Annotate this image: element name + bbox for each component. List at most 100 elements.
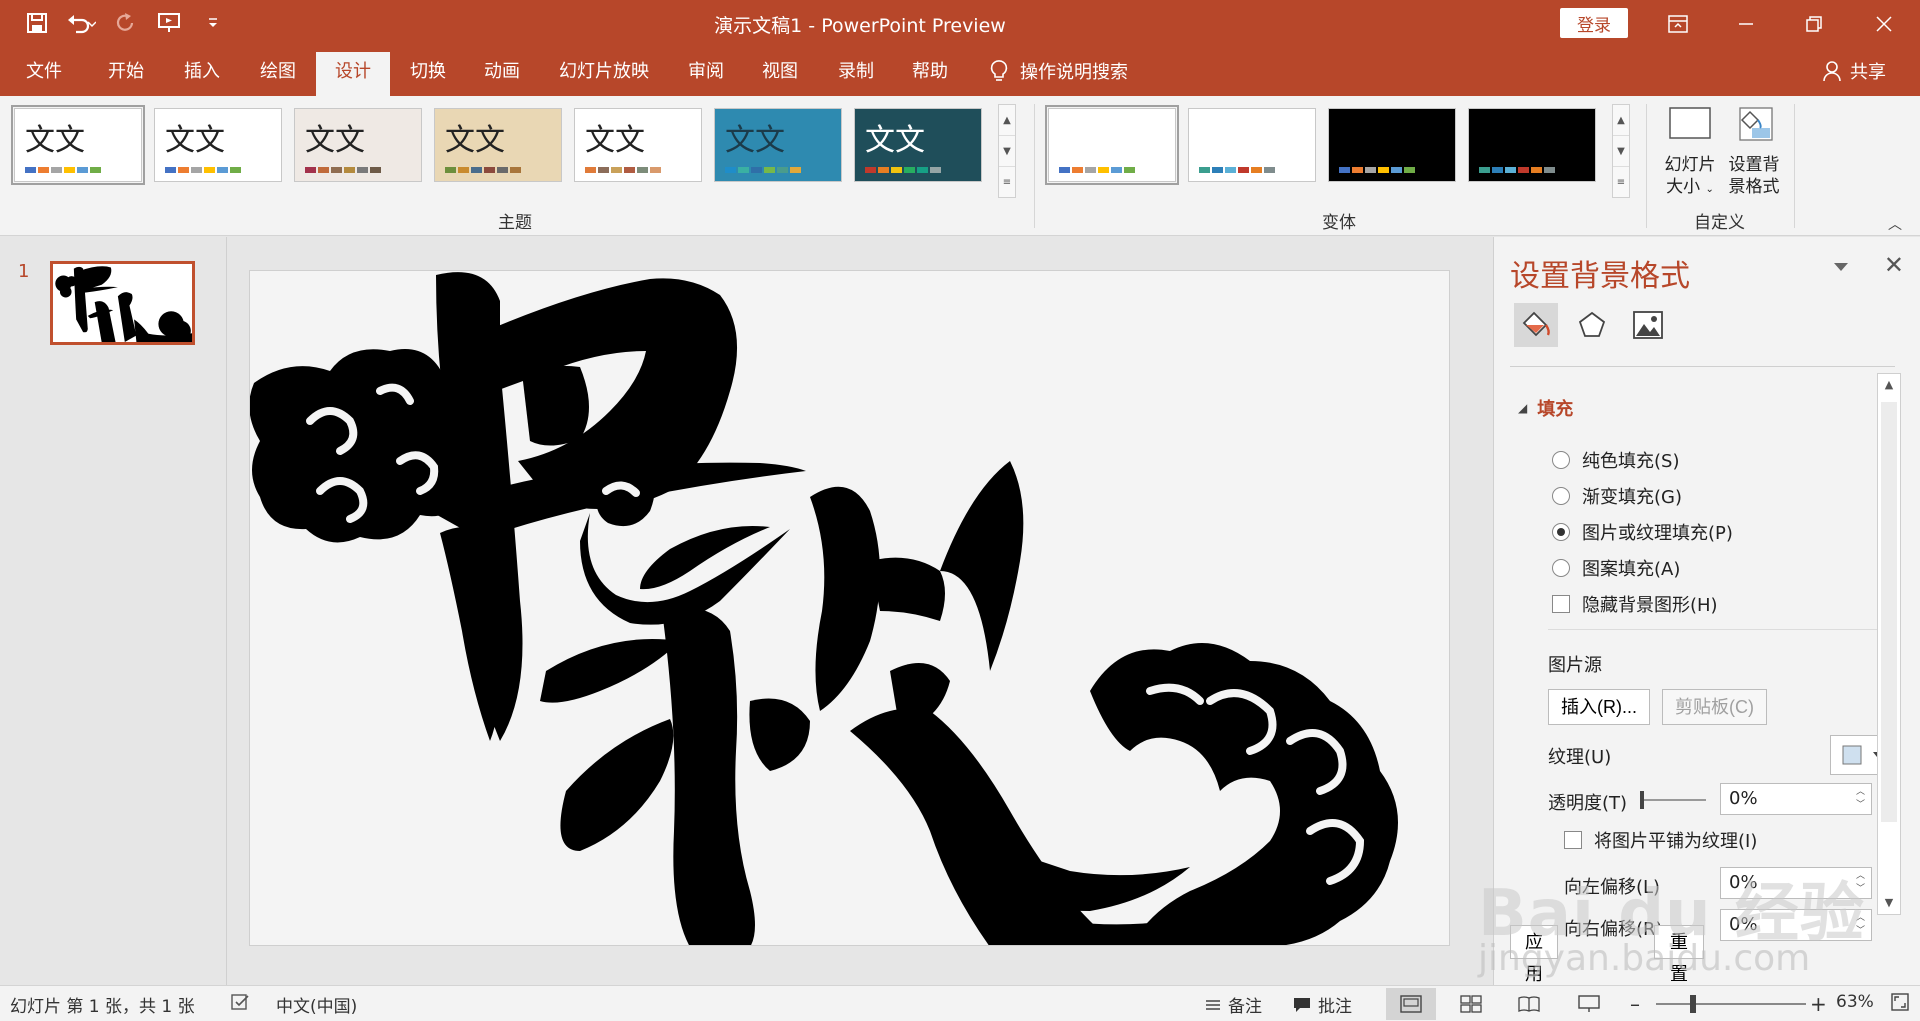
slide-thumbnails-pane: 1: [0, 237, 226, 985]
effects-tab[interactable]: [1570, 303, 1614, 347]
collapse-ribbon-icon[interactable]: ︿: [1888, 214, 1902, 234]
tab-home[interactable]: 开始: [92, 52, 160, 96]
tab-record[interactable]: 录制: [822, 52, 890, 96]
transparency-input[interactable]: 0% ︿ ﹀: [1720, 783, 1872, 815]
picture-tab[interactable]: [1626, 303, 1670, 347]
language-indicator[interactable]: 中文(中国): [276, 992, 357, 1017]
checkbox[interactable]: [1564, 831, 1582, 849]
radio-button-selected[interactable]: [1552, 523, 1570, 541]
fill-section-label: 填充: [1537, 399, 1574, 420]
customize-group-label: 自定义: [1694, 213, 1745, 233]
theme-sample-text: 文文: [725, 123, 785, 158]
radio-button[interactable]: [1552, 487, 1570, 505]
zoom-level[interactable]: 63%: [1836, 992, 1874, 1012]
fill-tab[interactable]: [1514, 303, 1558, 347]
fill-option-pattern[interactable]: 图案填充(A): [1552, 555, 1680, 581]
slide-sorter-view-button[interactable]: [1446, 988, 1496, 1020]
scroll-down-icon[interactable]: ▼: [1878, 892, 1900, 914]
color-swatch: [331, 167, 342, 173]
slideshow-view-button[interactable]: [1564, 988, 1614, 1020]
pane-scrollbar[interactable]: ▲ ▼: [1877, 373, 1901, 915]
tab-view[interactable]: 视图: [746, 52, 814, 96]
radio-button[interactable]: [1552, 559, 1570, 577]
zoom-out-icon[interactable]: –: [1630, 992, 1640, 1016]
fill-section-header[interactable]: ◢ 填充: [1518, 395, 1573, 421]
color-swatch: [611, 167, 622, 173]
zoom-slider-handle[interactable]: [1690, 995, 1696, 1013]
variant-thumbnail[interactable]: [1045, 105, 1179, 185]
pane-divider: [1510, 366, 1895, 367]
fill-option-label: 图片或纹理填充(P): [1582, 523, 1733, 544]
zoom-slider[interactable]: [1656, 1003, 1806, 1005]
color-swatch: [25, 167, 36, 173]
minimize-icon[interactable]: [1712, 0, 1780, 48]
scroll-up-icon[interactable]: ▲: [1878, 374, 1900, 396]
close-icon[interactable]: [1850, 0, 1918, 48]
variant-thumbnail[interactable]: [1328, 108, 1456, 182]
gallery-down-icon[interactable]: ▼: [999, 136, 1015, 167]
variant-thumbnail[interactable]: [1468, 108, 1596, 182]
normal-view-button[interactable]: [1386, 988, 1436, 1020]
variants-gallery-scroll[interactable]: ▲ ▼ ≡: [1612, 104, 1630, 198]
pane-close-icon[interactable]: ✕: [1884, 251, 1904, 279]
tab-animations[interactable]: 动画: [468, 52, 536, 96]
fit-to-window-icon[interactable]: [1890, 992, 1910, 1012]
tab-slideshow[interactable]: 幻灯片放映: [552, 52, 656, 96]
color-swatch: [1492, 167, 1503, 173]
color-swatch: [1059, 167, 1070, 173]
theme-thumbnail[interactable]: 文文: [294, 108, 422, 182]
slide-size-button[interactable]: 幻灯片 大小 ⌄: [1660, 104, 1720, 201]
color-swatch: [204, 167, 215, 173]
tab-design[interactable]: 设计: [316, 52, 390, 96]
tab-transitions[interactable]: 切换: [394, 52, 462, 96]
restore-icon[interactable]: [1780, 0, 1848, 48]
color-swatch: [725, 167, 736, 173]
themes-gallery-scroll[interactable]: ▲ ▼ ≡: [998, 104, 1016, 198]
theme-thumbnail[interactable]: 文文: [154, 108, 282, 182]
gallery-up-icon[interactable]: ▲: [999, 105, 1015, 136]
notes-button[interactable]: 备注: [1204, 992, 1262, 1017]
pane-options-icon[interactable]: [1834, 263, 1848, 271]
variants-down-icon[interactable]: ▼: [1613, 136, 1629, 167]
fill-option-gradient[interactable]: 渐变填充(G): [1552, 483, 1682, 509]
tab-help[interactable]: 帮助: [896, 52, 964, 96]
theme-thumbnail[interactable]: 文文: [854, 108, 982, 182]
theme-thumbnail[interactable]: 文文: [11, 105, 145, 185]
ribbon-display-options-icon[interactable]: [1644, 0, 1712, 48]
variants-up-icon[interactable]: ▲: [1613, 105, 1629, 136]
color-swatch: [1479, 167, 1490, 173]
tab-insert[interactable]: 插入: [168, 52, 236, 96]
theme-thumbnail[interactable]: 文文: [574, 108, 702, 182]
accessibility-icon[interactable]: [230, 992, 252, 1012]
variants-more-icon[interactable]: ≡: [1613, 167, 1629, 198]
theme-thumbnail[interactable]: 文文: [434, 108, 562, 182]
comments-button[interactable]: 批注: [1292, 992, 1352, 1017]
fill-option-solid[interactable]: 纯色填充(S): [1552, 447, 1679, 473]
slide-thumbnail[interactable]: [50, 261, 195, 345]
clipboard-button[interactable]: 剪贴板(C): [1662, 689, 1767, 725]
theme-thumbnail[interactable]: 文文: [714, 108, 842, 182]
zoom-in-icon[interactable]: +: [1810, 992, 1827, 1016]
checkbox[interactable]: [1552, 595, 1570, 613]
notes-icon: [1206, 999, 1220, 1010]
spinner-arrows-icon[interactable]: ︿ ﹀: [1856, 786, 1865, 812]
format-background-button[interactable]: 设置背 景格式: [1724, 104, 1784, 198]
gallery-more-icon[interactable]: ≡: [999, 167, 1015, 198]
scrollbar-thumb[interactable]: [1881, 402, 1897, 822]
insert-picture-button[interactable]: 插入(R)...: [1548, 689, 1650, 725]
share-button[interactable]: 共享: [1822, 58, 1886, 84]
hide-background-graphics[interactable]: 隐藏背景图形(H): [1552, 591, 1718, 617]
reading-view-button[interactable]: [1504, 988, 1554, 1020]
transparency-slider[interactable]: [1640, 799, 1706, 801]
login-button[interactable]: 登录: [1560, 8, 1628, 38]
transparency-slider-handle[interactable]: [1640, 791, 1644, 809]
radio-button[interactable]: [1552, 451, 1570, 469]
tab-draw[interactable]: 绘图: [244, 52, 312, 96]
variant-thumbnail[interactable]: [1188, 108, 1316, 182]
slide-canvas[interactable]: [249, 270, 1450, 946]
tile-as-texture[interactable]: 将图片平铺为纹理(I): [1564, 827, 1757, 853]
tell-me-search[interactable]: 操作说明搜索: [990, 58, 1128, 84]
tab-review[interactable]: 审阅: [672, 52, 740, 96]
fill-option-picture[interactable]: 图片或纹理填充(P): [1552, 519, 1733, 545]
tab-file[interactable]: 文件: [10, 52, 78, 96]
